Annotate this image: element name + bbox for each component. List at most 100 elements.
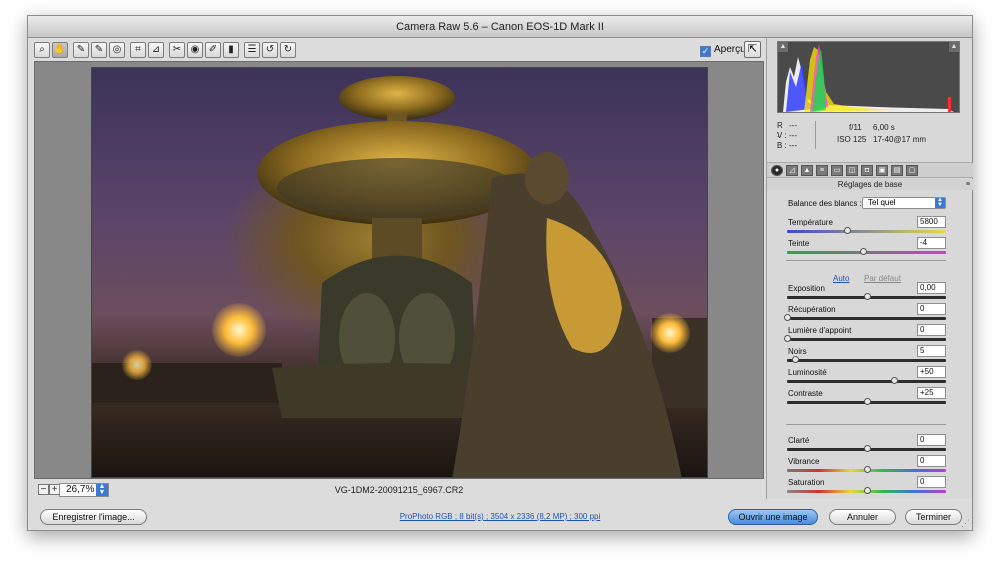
tab-effects-icon[interactable]: ◘ — [861, 165, 873, 176]
shutter-value: 6,00 s — [873, 123, 895, 132]
updown-arrow-icon[interactable]: ▲ ▼ — [935, 197, 945, 208]
slider-thumb[interactable] — [863, 293, 871, 300]
camera-info-readout: R : --- V : --- B : --- f/11 6,00 s ISO … — [777, 121, 960, 161]
cancel-button[interactable]: Annuler — [829, 509, 896, 525]
slider-thumb[interactable] — [791, 356, 799, 363]
tab-presets-icon[interactable]: ▤ — [891, 165, 903, 176]
slider-value-field[interactable]: 0 — [917, 455, 946, 467]
tab-split-toning-icon[interactable]: ▭ — [831, 165, 843, 176]
open-image-button[interactable]: Ouvrir une image — [728, 509, 818, 525]
targeted-adjustment-tool-icon[interactable]: ◎ — [109, 42, 125, 58]
section-divider — [786, 424, 946, 425]
basic-settings: Balance des blancs : Tel quel ▲ ▼ Tempéra… — [767, 192, 973, 499]
preferences-icon[interactable]: ☰ — [244, 42, 260, 58]
panel-menu-icon[interactable]: ≡ — [966, 179, 970, 190]
default-link[interactable]: Par défaut — [864, 274, 901, 283]
preview-photo[interactable] — [91, 67, 708, 478]
rotate-left-icon[interactable]: ↺ — [262, 42, 278, 58]
tab-snapshots-icon[interactable]: ▢ — [906, 165, 918, 176]
slider-value-field[interactable]: 0 — [917, 303, 946, 315]
histogram-graph — [783, 44, 954, 112]
street-lamp-glow — [650, 313, 690, 353]
slider-track[interactable] — [787, 487, 946, 494]
slider-thumb[interactable] — [863, 398, 871, 405]
tab-tone-curve-icon[interactable]: ◿ — [786, 165, 798, 176]
slider-thumb[interactable] — [890, 377, 898, 384]
street-lamp-glow — [122, 350, 152, 380]
slider-track[interactable] — [787, 377, 946, 384]
tab-hsl-icon[interactable]: ≡ — [816, 165, 828, 176]
tab-basic-icon[interactable]: ● — [771, 165, 783, 176]
image-preview-area[interactable] — [34, 61, 764, 479]
slider-thumb[interactable] — [863, 466, 871, 473]
slider-label: Clarté — [788, 436, 810, 445]
slider-thumb[interactable] — [863, 487, 871, 494]
white-balance-label: Balance des blancs : — [788, 199, 862, 208]
slider-label: Récupération — [788, 305, 836, 314]
hand-tool-icon[interactable]: ✋ — [52, 42, 68, 58]
fullscreen-toggle-icon[interactable]: ⇱ — [744, 41, 761, 58]
white-balance-select[interactable]: Tel quel ▲ ▼ — [862, 197, 946, 209]
readout-divider — [815, 121, 816, 149]
done-button[interactable]: Terminer — [905, 509, 962, 525]
slider-track[interactable] — [787, 356, 946, 363]
slider-value-field[interactable]: 0,00 — [917, 282, 946, 294]
slider-track[interactable] — [787, 227, 946, 234]
slider-label: Noirs — [788, 347, 807, 356]
spot-removal-tool-icon[interactable]: ✂ — [169, 42, 185, 58]
aperture-value: f/11 — [849, 123, 862, 132]
adjustment-brush-icon[interactable]: ✐ — [205, 42, 221, 58]
slider-track[interactable] — [787, 248, 946, 255]
red-eye-tool-icon[interactable]: ◉ — [187, 42, 203, 58]
slider-value-field[interactable]: 0 — [917, 324, 946, 336]
slider-value-field[interactable]: 5800 — [917, 216, 946, 228]
camera-raw-window: Camera Raw 5.6 – Canon EOS-1D Mark II ⌕ ✋… — [27, 15, 973, 531]
street-lamp-glow — [212, 303, 266, 357]
preview-status-bar: − + 26,7% ▲ ▼ VG-1DM2-20091215_6967.CR2 — [34, 482, 764, 498]
iso-value: ISO 125 — [837, 135, 867, 144]
preview-checkbox[interactable]: ✓ Aperçu — [700, 42, 746, 58]
zoom-tool-icon[interactable]: ⌕ — [34, 42, 50, 58]
slider-label: Température — [788, 218, 833, 227]
rotate-right-icon[interactable]: ↻ — [280, 42, 296, 58]
v-value: --- — [789, 131, 797, 140]
slider-thumb[interactable] — [860, 248, 868, 255]
slider-value-field[interactable]: 0 — [917, 476, 946, 488]
slider-label: Exposition — [788, 284, 825, 293]
slider-value-field[interactable]: -4 — [917, 237, 946, 249]
r-value: --- — [789, 121, 797, 130]
resize-grip-icon[interactable]: ⋰ — [960, 518, 970, 528]
slider-value-field[interactable]: 0 — [917, 434, 946, 446]
white-balance-value: Tel quel — [868, 198, 896, 207]
slider-track[interactable] — [787, 293, 946, 300]
tab-camera-calibration-icon[interactable]: ▣ — [876, 165, 888, 176]
color-sampler-tool-icon[interactable]: ✎ — [91, 42, 107, 58]
slider-track[interactable] — [787, 466, 946, 473]
window-titlebar[interactable]: Camera Raw 5.6 – Canon EOS-1D Mark II — [28, 16, 972, 38]
auto-link[interactable]: Auto — [833, 274, 849, 283]
slider-track[interactable] — [784, 335, 946, 342]
graduated-filter-icon[interactable]: ▮ — [223, 42, 239, 58]
slider-label: Saturation — [788, 478, 825, 487]
section-divider — [786, 260, 946, 261]
slider-track[interactable] — [787, 398, 946, 405]
white-balance-tool-icon[interactable]: ✎ — [73, 42, 89, 58]
slider-track[interactable] — [787, 445, 946, 452]
tab-detail-icon[interactable]: ▲ — [801, 165, 813, 176]
slider-thumb[interactable] — [784, 314, 791, 321]
slider-thumb[interactable] — [844, 227, 852, 234]
histogram: ▲ ▲ — [777, 41, 960, 113]
slider-track[interactable] — [784, 314, 946, 321]
slider-value-field[interactable]: +50 — [917, 366, 946, 378]
slider-label: Lumière d'appoint — [788, 326, 852, 335]
slider-value-field[interactable]: +25 — [917, 387, 946, 399]
slider-thumb[interactable] — [863, 445, 871, 452]
adjustments-panel: ▲ ▲ R : --- V : --- B : --- f/11 6,00 s … — [766, 38, 973, 499]
photo-illustration — [92, 76, 707, 477]
crop-tool-icon[interactable]: ⌗ — [130, 42, 146, 58]
straighten-tool-icon[interactable]: ⊿ — [148, 42, 164, 58]
tab-lens-corrections-icon[interactable]: ◫ — [846, 165, 858, 176]
checkbox-check-icon[interactable]: ✓ — [700, 46, 711, 57]
slider-thumb[interactable] — [784, 335, 791, 342]
slider-value-field[interactable]: 5 — [917, 345, 946, 357]
